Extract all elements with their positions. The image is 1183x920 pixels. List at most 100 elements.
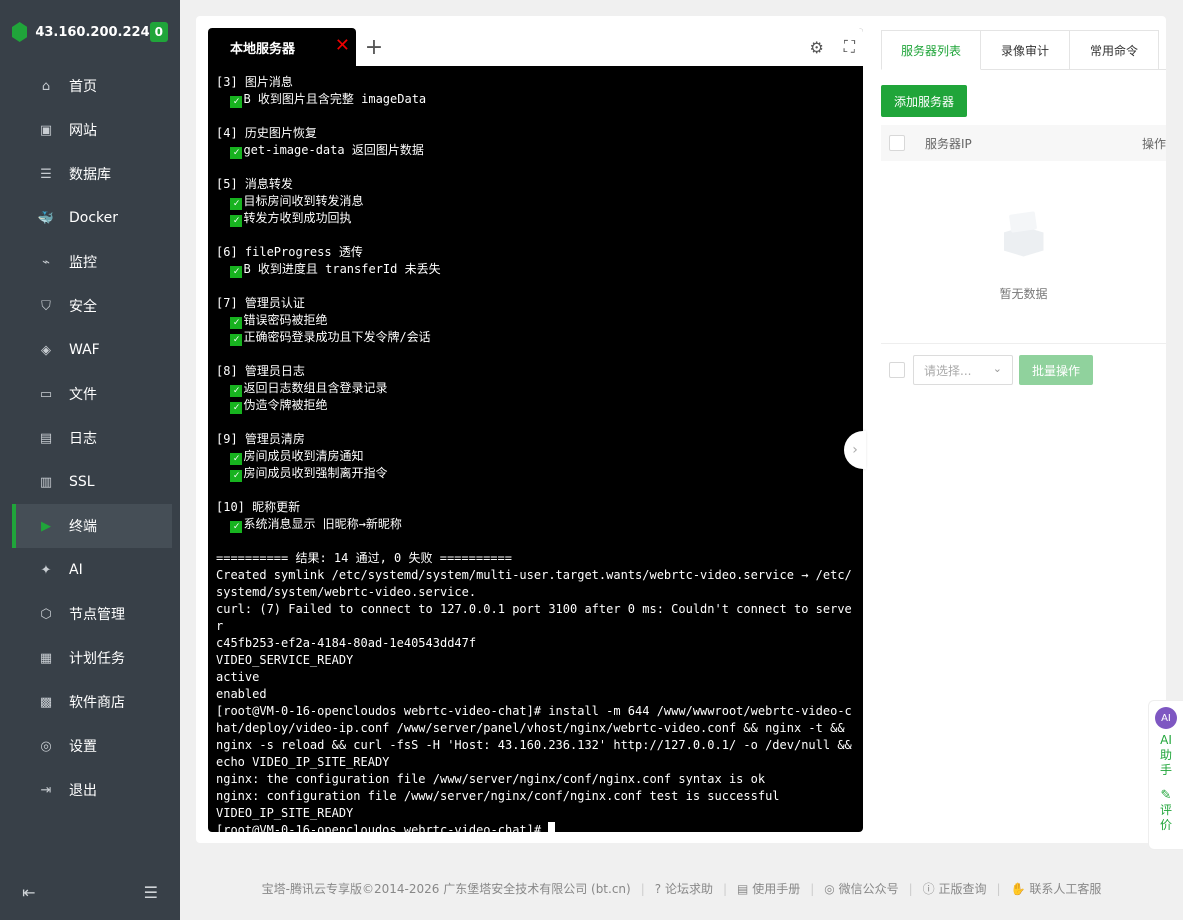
sidebar-item-label: 监控 bbox=[69, 255, 97, 271]
sidebar-item-3[interactable]: 🐳 Docker bbox=[0, 196, 180, 240]
sidebar-item-9[interactable]: ▥ SSL bbox=[0, 460, 180, 504]
check-icon: ✓ bbox=[230, 147, 243, 159]
fullscreen-icon[interactable]: ⛶ bbox=[844, 37, 855, 57]
menu-list-icon[interactable]: ☰ bbox=[144, 883, 158, 902]
check-icon: ✓ bbox=[230, 470, 243, 482]
batch-action-button[interactable]: 批量操作 bbox=[1019, 355, 1093, 385]
book-icon: ▤ bbox=[737, 882, 749, 896]
sidebar-item-2[interactable]: ☰ 数据库 bbox=[0, 152, 180, 196]
sidebar-item-label: 节点管理 bbox=[69, 607, 125, 623]
sidebar-item-12[interactable]: ⬡ 节点管理 bbox=[0, 592, 180, 636]
gear-icon[interactable]: ⚙ bbox=[809, 38, 823, 57]
terminal-line: nginx: configuration file /www/server/ng… bbox=[216, 789, 780, 803]
terminal-line: ✓ get-image-data 返回图片数据 bbox=[216, 142, 855, 159]
collapse-sidebar-icon[interactable]: ⇤ bbox=[22, 883, 35, 902]
sidebar-footer: ⇤ ☰ bbox=[0, 883, 180, 902]
check-icon: ✓ bbox=[230, 198, 243, 210]
help-icon: ? bbox=[654, 882, 662, 896]
notification-badge[interactable]: 0 bbox=[149, 22, 168, 42]
footer: 宝塔-腾讯云专享版©2014-2026 广东堡塔安全技术有限公司 (bt.cn)… bbox=[261, 880, 1102, 897]
terminal-cursor bbox=[548, 822, 556, 832]
sidebar-item-13[interactable]: ▦ 计划任务 bbox=[0, 636, 180, 680]
sidebar-item-16[interactable]: ⇥ 退出 bbox=[0, 768, 180, 812]
add-tab-icon[interactable]: + bbox=[356, 28, 392, 66]
waf-icon: ◈ bbox=[41, 342, 51, 358]
sidebar-item-8[interactable]: ▤ 日志 bbox=[0, 416, 180, 460]
terminal-line: [7] 管理员认证 bbox=[216, 296, 305, 310]
forum-link[interactable]: ? 论坛求助 bbox=[655, 880, 713, 897]
terminal-line: nginx: the configuration file /www/serve… bbox=[216, 772, 766, 786]
sidebar-item-7[interactable]: ▭ 文件 bbox=[0, 372, 180, 416]
sidebar-item-label: Docker bbox=[69, 210, 119, 226]
terminal-line: ✓ 错误密码被拒绝 bbox=[216, 312, 855, 329]
terminal-line: [3] 图片消息 bbox=[216, 75, 293, 89]
hand-icon: ✋ bbox=[1010, 882, 1026, 896]
settings-icon: ◎ bbox=[40, 738, 52, 754]
license-link[interactable]: ⓘ 正版查询 bbox=[923, 880, 987, 897]
terminal-output[interactable]: [3] 图片消息 ✓ B 收到图片且含完整 imageData [4] 历史图片恢复… bbox=[208, 66, 863, 832]
terminal-line: Created symlink /etc/systemd/system/mult… bbox=[216, 568, 852, 599]
sidebar-item-4[interactable]: ⌁ 监控 bbox=[0, 240, 180, 284]
wechat-link[interactable]: ◎ 微信公众号 bbox=[824, 880, 898, 897]
sidebar-item-label: 日志 bbox=[69, 431, 97, 447]
log-icon: ▤ bbox=[39, 430, 53, 446]
terminal-line: ✓ 返回日志数组且含登录记录 bbox=[216, 380, 855, 397]
sidebar-item-11[interactable]: ✦ AI bbox=[0, 548, 180, 592]
batch-select-placeholder: 请选择... bbox=[924, 363, 972, 378]
ai-assistant-label[interactable]: AI助手 bbox=[1159, 733, 1173, 778]
select-all-checkbox[interactable] bbox=[889, 135, 905, 151]
check-icon: ✓ bbox=[230, 334, 243, 346]
tab-server-list[interactable]: 服务器列表 bbox=[881, 30, 981, 70]
sidebar-nav: ⌂ 首页 ▣ 网站 ☰ 数据库 🐳 Docker ⌁ 监控 ⛉ 安全 ◈ WAF ▭ 文件 ▤ 日志 ▥ SSL ▶ 终端… bbox=[0, 64, 180, 812]
empty-box-icon bbox=[1000, 210, 1048, 259]
ai-assistant-widget[interactable]: AI AI助手 ✎ 评价 bbox=[1148, 700, 1183, 850]
close-icon[interactable]: ✕ bbox=[335, 37, 350, 55]
sidebar-item-10[interactable]: ▶ 终端 bbox=[12, 504, 172, 548]
empty-text: 暂无数据 bbox=[999, 286, 1048, 301]
terminal-line: ✓ B 收到进度且 transferId 未丢失 bbox=[216, 261, 855, 278]
check-icon: ✓ bbox=[230, 453, 243, 465]
add-server-button[interactable]: 添加服务器 bbox=[881, 85, 967, 117]
sidebar-item-label: 终端 bbox=[69, 519, 97, 535]
sidebar-item-6[interactable]: ◈ WAF bbox=[0, 328, 180, 372]
review-label[interactable]: 评价 bbox=[1159, 803, 1173, 833]
manual-link[interactable]: ▤ 使用手册 bbox=[737, 880, 800, 897]
terminal-line: ✓ 伪造令牌被拒绝 bbox=[216, 397, 855, 414]
website-icon: ▣ bbox=[39, 122, 53, 138]
home-icon: ⌂ bbox=[41, 78, 51, 94]
check-icon: ✓ bbox=[230, 385, 243, 397]
tab-common-commands[interactable]: 常用命令 bbox=[1069, 30, 1159, 69]
sidebar-item-1[interactable]: ▣ 网站 bbox=[0, 108, 180, 152]
tab-recording-audit[interactable]: 录像审计 bbox=[980, 30, 1070, 69]
terminal-line: ✓ 房间成员收到清房通知 bbox=[216, 448, 855, 465]
ai-icon: ✦ bbox=[40, 562, 52, 578]
sidebar-item-0[interactable]: ⌂ 首页 bbox=[0, 64, 180, 108]
sidebar-item-label: 文件 bbox=[69, 387, 97, 403]
server-panel: 服务器列表 录像审计 常用命令 添加服务器 服务器IP 操作 暂无数据 请选择.… bbox=[881, 30, 1166, 385]
terminal-line: ✓ 房间成员收到强制离开指令 bbox=[216, 465, 855, 482]
terminal-line: enabled bbox=[216, 687, 267, 701]
sidebar-item-5[interactable]: ⛉ 安全 bbox=[0, 284, 180, 328]
copyright: 宝塔-腾讯云专享版©2014-2026 广东堡塔安全技术有限公司 (bt.cn) bbox=[261, 882, 631, 896]
monitor-icon: ⌁ bbox=[42, 254, 50, 270]
terminal-tab[interactable]: 本地服务器 ✕ bbox=[208, 28, 356, 66]
check-icon: ✓ bbox=[230, 521, 243, 533]
batch-checkbox[interactable] bbox=[889, 362, 905, 378]
column-server-ip: 服务器IP bbox=[925, 136, 972, 151]
terminal-line: [root@VM-0-16-opencloudos webrtc-video-c… bbox=[216, 704, 859, 769]
sidebar-item-14[interactable]: ▩ 软件商店 bbox=[0, 680, 180, 724]
node-icon: ⬡ bbox=[40, 606, 52, 622]
terminal-line: ✓ 目标房间收到转发消息 bbox=[216, 193, 855, 210]
sidebar-item-label: 首页 bbox=[69, 79, 97, 95]
terminal-line: [root@VM-0-16-opencloudos webrtc-video-c… bbox=[216, 822, 855, 832]
edit-icon: ✎ bbox=[1160, 788, 1172, 803]
store-icon: ▩ bbox=[39, 694, 53, 710]
support-link[interactable]: ✋ 联系人工客服 bbox=[1011, 880, 1102, 897]
logout-icon: ⇥ bbox=[40, 782, 52, 798]
sidebar-item-label: 安全 bbox=[69, 299, 97, 315]
batch-select[interactable]: 请选择... ⌄ bbox=[913, 355, 1013, 385]
sidebar-item-15[interactable]: ◎ 设置 bbox=[0, 724, 180, 768]
terminal-line: ✓ B 收到图片且含完整 imageData bbox=[216, 91, 855, 108]
